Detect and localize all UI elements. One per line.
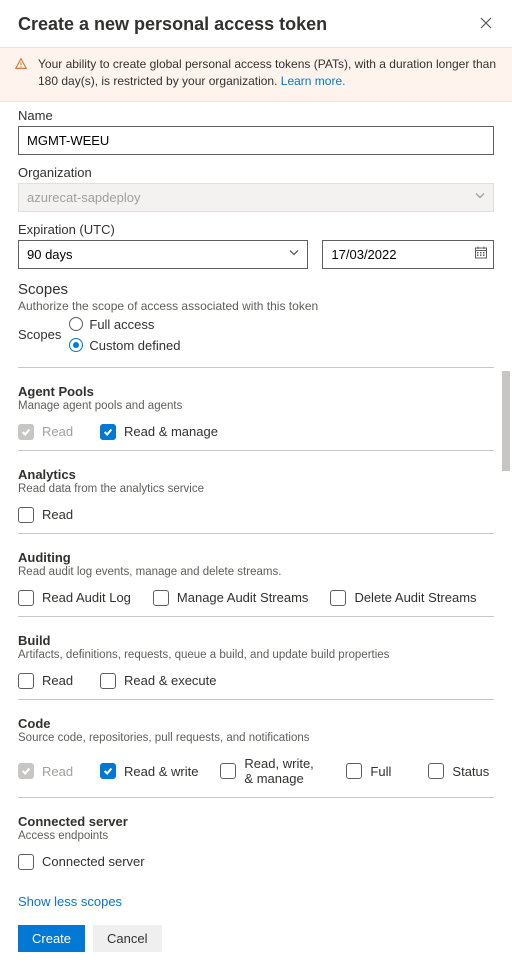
scopes-subtitle: Authorize the scope of access associated…: [18, 299, 494, 313]
perm-auditing-delete[interactable]: Delete Audit Streams: [330, 590, 476, 606]
name-input[interactable]: [18, 126, 494, 155]
checkbox-icon: [18, 763, 34, 779]
calendar-icon[interactable]: [474, 246, 488, 263]
radio-custom-defined[interactable]: Custom defined: [69, 338, 180, 353]
checkbox-icon: [100, 673, 116, 689]
checkbox-icon: [18, 673, 34, 689]
perm-agentpools-readmanage[interactable]: Read & manage: [100, 424, 218, 440]
perm-analytics-read[interactable]: Read: [18, 507, 78, 523]
dialog-footer: Create Cancel: [0, 921, 512, 968]
checkbox-icon: [153, 590, 169, 606]
expiration-date-input[interactable]: [322, 240, 494, 269]
create-button[interactable]: Create: [18, 925, 85, 952]
perm-code-readwrite[interactable]: Read & write: [100, 763, 198, 779]
warning-icon: [14, 57, 28, 91]
perm-code-status[interactable]: Status: [428, 763, 489, 779]
organization-select[interactable]: [18, 183, 494, 212]
checkbox-icon: [346, 763, 362, 779]
scope-analytics: Analytics Read data from the analytics s…: [18, 450, 494, 533]
perm-auditing-manage[interactable]: Manage Audit Streams: [153, 590, 309, 606]
scopes-label: Scopes: [18, 327, 61, 342]
checkbox-icon: [100, 424, 116, 440]
close-icon[interactable]: [478, 15, 494, 34]
learn-more-link[interactable]: Learn more.: [281, 74, 346, 88]
perm-build-readexec[interactable]: Read & execute: [100, 673, 217, 689]
checkbox-icon: [428, 763, 444, 779]
perm-build-read[interactable]: Read: [18, 673, 78, 689]
name-label: Name: [18, 108, 494, 123]
checkbox-icon: [220, 763, 236, 779]
perm-agentpools-read: Read: [18, 424, 78, 440]
checkbox-icon: [18, 854, 34, 870]
organization-label: Organization: [18, 165, 494, 180]
scope-auditing: Auditing Read audit log events, manage a…: [18, 533, 494, 616]
scopes-list: Agent Pools Manage agent pools and agent…: [18, 367, 512, 880]
warning-text: Your ability to create global personal a…: [38, 56, 498, 91]
scope-agent-pools: Agent Pools Manage agent pools and agent…: [18, 367, 494, 450]
checkbox-icon: [330, 590, 346, 606]
cancel-button[interactable]: Cancel: [93, 925, 161, 952]
scopes-title: Scopes: [18, 281, 494, 298]
show-less-scopes-link[interactable]: Show less scopes: [18, 894, 122, 909]
warning-banner: Your ability to create global personal a…: [0, 47, 512, 102]
checkbox-icon: [18, 507, 34, 523]
scrollbar[interactable]: [502, 371, 510, 911]
checkbox-icon: [100, 763, 116, 779]
radio-full-access[interactable]: Full access: [69, 317, 180, 332]
scope-code: Code Source code, repositories, pull req…: [18, 699, 494, 797]
pat-dialog: Create a new personal access token Your …: [0, 0, 512, 968]
radio-icon: [69, 317, 83, 331]
checkbox-icon: [18, 424, 34, 440]
perm-auditing-readlog[interactable]: Read Audit Log: [18, 590, 131, 606]
checkbox-icon: [18, 590, 34, 606]
scope-connected-server: Connected server Access endpoints Connec…: [18, 797, 494, 880]
scrollbar-thumb[interactable]: [502, 371, 510, 471]
radio-icon: [69, 338, 83, 352]
perm-code-rwm[interactable]: Read, write, & manage: [220, 756, 324, 787]
perm-code-full[interactable]: Full: [346, 763, 406, 779]
expiration-period-select[interactable]: [18, 240, 308, 269]
perm-code-read: Read: [18, 763, 78, 779]
dialog-header: Create a new personal access token: [0, 0, 512, 47]
perm-connected-server[interactable]: Connected server: [18, 854, 145, 870]
scope-build: Build Artifacts, definitions, requests, …: [18, 616, 494, 699]
expiration-label: Expiration (UTC): [18, 222, 494, 237]
dialog-title: Create a new personal access token: [18, 14, 327, 35]
